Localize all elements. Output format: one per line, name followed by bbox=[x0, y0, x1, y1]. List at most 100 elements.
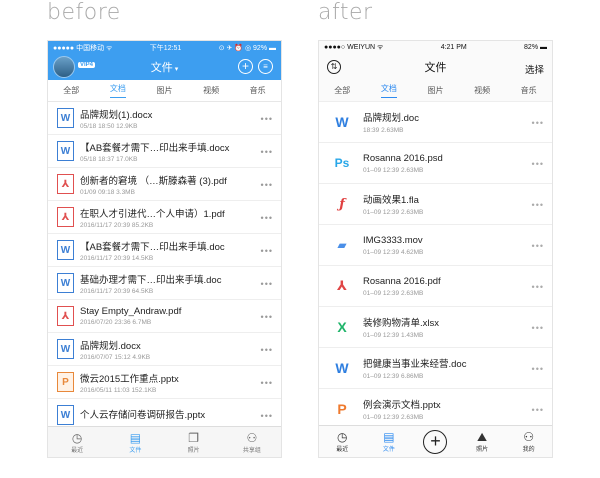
list-item[interactable]: W 品牌规划.doc 18:39 2.63MB ••• bbox=[319, 102, 552, 143]
tabbar-icon: ▤ bbox=[383, 430, 395, 444]
tabbar-item-2[interactable]: ❐ 照片 bbox=[169, 431, 219, 454]
tab-2[interactable]: 图片 bbox=[427, 85, 443, 96]
psd-file-icon: Ps bbox=[334, 156, 350, 170]
list-item[interactable]: ⅄ Rosanna 2016.pdf 01–09 12:39 2.63MB ••• bbox=[319, 266, 552, 307]
list-menu-button[interactable]: ≡ bbox=[258, 59, 273, 74]
list-item[interactable]: W 品牌规划.docx 2016/07/07 15:12 4.9KB ••• bbox=[48, 333, 281, 366]
tabbar-icon: ▤ bbox=[129, 430, 142, 445]
clock: 4:21 PM bbox=[440, 44, 467, 51]
file-meta: 2016/11/17 20:39 14.5KB bbox=[80, 254, 154, 262]
file-meta: 2016/11/17 20:39 85.2KB bbox=[80, 221, 154, 229]
more-options-button[interactable]: ••• bbox=[261, 411, 273, 421]
page-title-text: 文件 bbox=[150, 62, 173, 74]
file-info: Rosanna 2016.pdf 01–09 12:39 2.63MB bbox=[363, 276, 441, 297]
tab-1[interactable]: 文档 bbox=[109, 83, 126, 98]
carrier-label: ●●●●○ WEIYUN ᯤ bbox=[324, 44, 384, 51]
tabbar-label: 文件 bbox=[129, 447, 142, 454]
tabbar-item-3[interactable]: ⛰ 照片 bbox=[462, 430, 502, 453]
tab-1[interactable]: 文档 bbox=[380, 83, 397, 98]
file-name: Rosanna 2016.psd bbox=[363, 152, 443, 164]
list-item[interactable]: P 例会演示文档.pptx 01–09 12:39 2.63MB ••• bbox=[319, 389, 552, 430]
list-item[interactable]: W 把健康当事业来经营.doc 01–09 12:39 6.86MB ••• bbox=[319, 348, 552, 389]
tab-0[interactable]: 全部 bbox=[63, 85, 79, 96]
file-meta: 2016/07/20 23:36 6.7MB bbox=[80, 319, 152, 326]
more-options-button[interactable]: ••• bbox=[532, 159, 544, 169]
flash-file-icon: ƒ bbox=[339, 196, 345, 212]
list-item[interactable]: ▰ IMG3333.mov 01–09 12:39 4.62MB ••• bbox=[319, 225, 552, 266]
more-options-button[interactable]: ••• bbox=[532, 405, 544, 415]
excel-file-icon: X bbox=[337, 319, 347, 335]
tabbar-icon: ⚇ bbox=[246, 430, 258, 445]
battery-indicator: ⊙ ✈ ⏰ ◎ 92% ▬ bbox=[218, 44, 276, 52]
vip-badge: VIP4 bbox=[78, 62, 96, 68]
file-name: 个人云存储问卷调研报告.pptx bbox=[80, 410, 206, 421]
list-item[interactable]: ⅄ 创新者的窘境 （…斯滕森著 (3).pdf 01/09 09:18 3.3MB •… bbox=[48, 168, 281, 201]
tab-3[interactable]: 视频 bbox=[474, 85, 490, 96]
file-name: 品牌规划.doc bbox=[363, 113, 419, 124]
more-options-button[interactable]: ••• bbox=[532, 282, 544, 292]
bottom-tab-bar: ◷ 最近 ▤ 文件 + ⛰ 照片 ⚇ 我的 bbox=[319, 425, 552, 457]
add-button[interactable]: + bbox=[415, 429, 455, 454]
sort-icon[interactable]: ⇅ bbox=[327, 60, 341, 74]
more-options-button[interactable]: ••• bbox=[261, 312, 273, 322]
tabbar-item-4[interactable]: ⚇ 我的 bbox=[509, 430, 549, 453]
list-item[interactable]: X 装修购物清单.xlsx 01–09 12:39 1.43MB ••• bbox=[319, 307, 552, 348]
tab-0[interactable]: 全部 bbox=[334, 85, 350, 96]
carrier-label: ●●●●● 中国移动 ᯤ bbox=[53, 44, 113, 52]
add-button[interactable]: + bbox=[238, 59, 253, 74]
tabbar-item-1[interactable]: ▤ 文件 bbox=[369, 430, 409, 453]
select-button[interactable]: 选择 bbox=[525, 62, 544, 76]
file-info: 例会演示文档.pptx 01–09 12:39 2.63MB bbox=[363, 397, 441, 421]
tabbar-icon: ◷ bbox=[337, 430, 348, 444]
tab-4[interactable]: 音乐 bbox=[521, 85, 537, 96]
more-options-button[interactable]: ••• bbox=[261, 279, 273, 289]
clock: 下午12:51 bbox=[149, 44, 182, 52]
more-options-button[interactable]: ••• bbox=[532, 323, 544, 333]
tabbar-label: 我的 bbox=[522, 447, 535, 453]
tab-4[interactable]: 音乐 bbox=[250, 85, 266, 96]
tabbar-item-0[interactable]: ◷ 最近 bbox=[52, 431, 102, 454]
more-options-button[interactable]: ••• bbox=[261, 114, 273, 124]
video-file-icon: ▰ bbox=[337, 238, 347, 252]
list-item[interactable]: W 【AB套餐才需下…印出来手填.docx 05/18 18:37 17.0KB ••… bbox=[48, 135, 281, 168]
bottom-tab-bar: ◷ 最近 ▤ 文件 ❐ 照片 ⚇ 共享组 bbox=[48, 426, 281, 457]
more-options-button[interactable]: ••• bbox=[532, 200, 544, 210]
more-options-button[interactable]: ••• bbox=[261, 180, 273, 190]
file-name: 微云2015工作重点.pptx bbox=[80, 373, 179, 385]
file-name: Stay Empty_Andraw.pdf bbox=[80, 306, 182, 317]
list-item[interactable]: Ps Rosanna 2016.psd 01–09 12:39 2.63MB ••• bbox=[319, 143, 552, 184]
list-item[interactable]: ⅄ 在职人才引进代…个人申请）1.pdf 2016/11/17 20:39 85.2… bbox=[48, 201, 281, 234]
file-info: Rosanna 2016.psd 01–09 12:39 2.63MB bbox=[363, 153, 443, 174]
list-item[interactable]: P 微云2015工作重点.pptx 2016/05/11 11:03 152.1KB… bbox=[48, 366, 281, 399]
more-options-button[interactable]: ••• bbox=[261, 213, 273, 223]
more-options-button[interactable]: ••• bbox=[532, 118, 544, 128]
avatar[interactable] bbox=[53, 56, 75, 78]
tabbar-item-0[interactable]: ◷ 最近 bbox=[322, 430, 362, 453]
more-options-button[interactable]: ••• bbox=[261, 246, 273, 256]
more-options-button[interactable]: ••• bbox=[532, 241, 544, 251]
file-meta: 05/18 18:50 12.9KB bbox=[80, 122, 138, 130]
more-options-button[interactable]: ••• bbox=[261, 147, 273, 157]
more-options-button[interactable]: ••• bbox=[261, 378, 273, 388]
word-file-icon: W bbox=[57, 240, 74, 260]
word-file-icon: W bbox=[335, 114, 349, 130]
list-item[interactable]: W 【AB套餐才需下…印出来手填.doc 2016/11/17 20:39 14.5… bbox=[48, 234, 281, 267]
more-options-button[interactable]: ••• bbox=[261, 345, 273, 355]
file-meta: 01–09 12:39 2.63MB bbox=[363, 166, 424, 174]
file-name: 创新者的窘境 （…斯滕森著 (3).pdf bbox=[80, 175, 227, 187]
list-item[interactable]: W 品牌规划(1).docx 05/18 18:50 12.9KB ••• bbox=[48, 102, 281, 135]
more-options-button[interactable]: ••• bbox=[532, 364, 544, 374]
list-item[interactable]: ⅄ Stay Empty_Andraw.pdf 2016/07/20 23:36 6… bbox=[48, 300, 281, 333]
file-name: 【AB套餐才需下…印出来手填.doc bbox=[80, 241, 225, 253]
tab-2[interactable]: 图片 bbox=[156, 85, 172, 96]
tab-3[interactable]: 视频 bbox=[203, 85, 219, 96]
tabbar-item-1[interactable]: ▤ 文件 bbox=[110, 431, 160, 454]
tabbar-item-3[interactable]: ⚇ 共享组 bbox=[227, 431, 277, 454]
file-list: W 品牌规划.doc 18:39 2.63MB ••• Ps Rosanna 2016.p… bbox=[319, 102, 552, 430]
category-tabs: 全部 文档 图片 视频 音乐 bbox=[319, 80, 552, 102]
file-meta: 01/09 09:18 3.3MB bbox=[80, 188, 135, 196]
word-file-icon: W bbox=[57, 405, 74, 425]
page-title[interactable]: 文件 ▾ bbox=[151, 59, 179, 75]
list-item[interactable]: ƒ 动画效果1.fla 01–09 12:39 2.63MB ••• bbox=[319, 184, 552, 225]
list-item[interactable]: W 基础办理才需下…印出来手填.doc 2016/11/17 20:39 64.5K… bbox=[48, 267, 281, 300]
